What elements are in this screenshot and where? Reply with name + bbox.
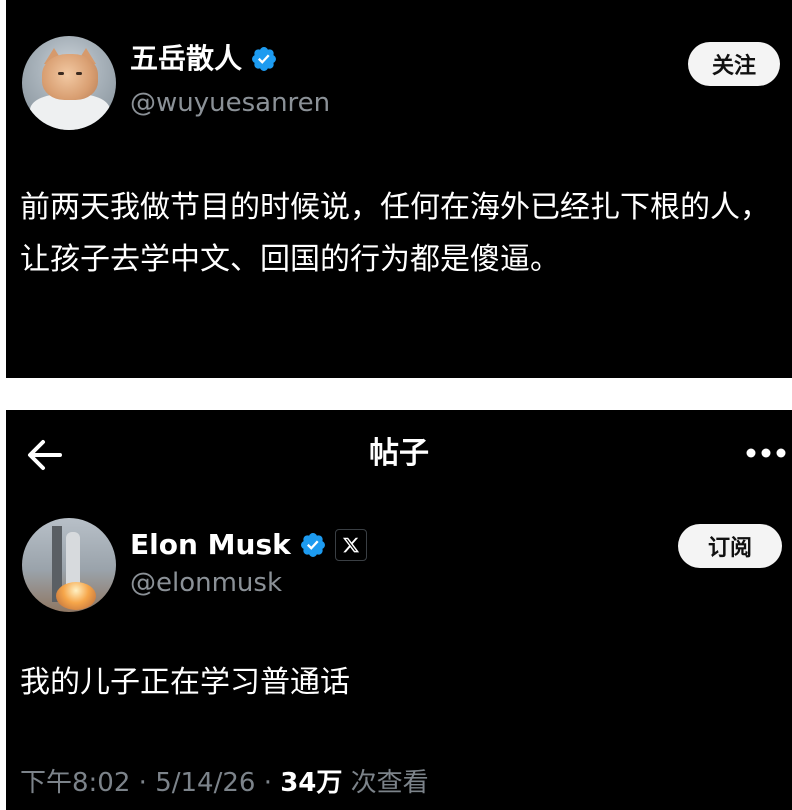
author-display-name[interactable]: Elon Musk — [130, 528, 291, 562]
author-handle[interactable]: @wuyuesanren — [130, 88, 330, 118]
post-text: 我的儿子正在学习普通话 — [20, 665, 350, 700]
avatar-cat-eye — [58, 72, 64, 75]
post-detail-view: 帖子 Elon Musk @elonmusk 订阅 我的儿子正在学习普通话 下午… — [6, 410, 792, 810]
author-display-name[interactable]: 五岳散人 — [130, 42, 242, 76]
verified-badge-icon — [252, 47, 276, 71]
avatar-cat-head — [42, 54, 98, 100]
author-name-row: 五岳散人 — [130, 42, 278, 76]
post-metadata: 下午8:02 · 5/14/26 · 34万 次查看 — [20, 766, 429, 800]
meta-separator: · — [138, 768, 147, 798]
avatar-cat-eye — [76, 72, 82, 75]
avatar-rocket — [66, 532, 80, 588]
post-time[interactable]: 下午8:02 — [20, 768, 130, 798]
screenshot-composite: 五岳散人 @wuyuesanren 关注 前两天我做节目的时候说，任何在海外已经… — [0, 0, 792, 810]
avatar[interactable] — [22, 36, 116, 130]
follow-button[interactable]: 关注 — [688, 42, 780, 86]
views-count[interactable]: 34万 — [280, 768, 342, 798]
subscribe-button[interactable]: 订阅 — [678, 524, 782, 568]
author-handle[interactable]: @elonmusk — [130, 568, 282, 598]
avatar-rocket-flame — [56, 582, 96, 610]
post-card-wuyuesanren: 五岳散人 @wuyuesanren 关注 前两天我做节目的时候说，任何在海外已经… — [6, 0, 792, 378]
verified-badge-icon — [300, 533, 325, 557]
views-label: 次查看 — [350, 768, 429, 798]
author-name-row: Elon Musk — [130, 528, 367, 562]
post-date[interactable]: 5/14/26 — [155, 768, 255, 798]
post-text: 前两天我做节目的时候说，任何在海外已经扎下根的人，让孩子去学中文、回国的行为都是… — [20, 190, 770, 277]
page-title: 帖子 — [369, 436, 429, 471]
x-logo-icon — [334, 529, 367, 561]
more-horizontal-icon[interactable] — [744, 446, 788, 460]
meta-separator: · — [263, 768, 272, 798]
avatar[interactable] — [22, 518, 116, 612]
